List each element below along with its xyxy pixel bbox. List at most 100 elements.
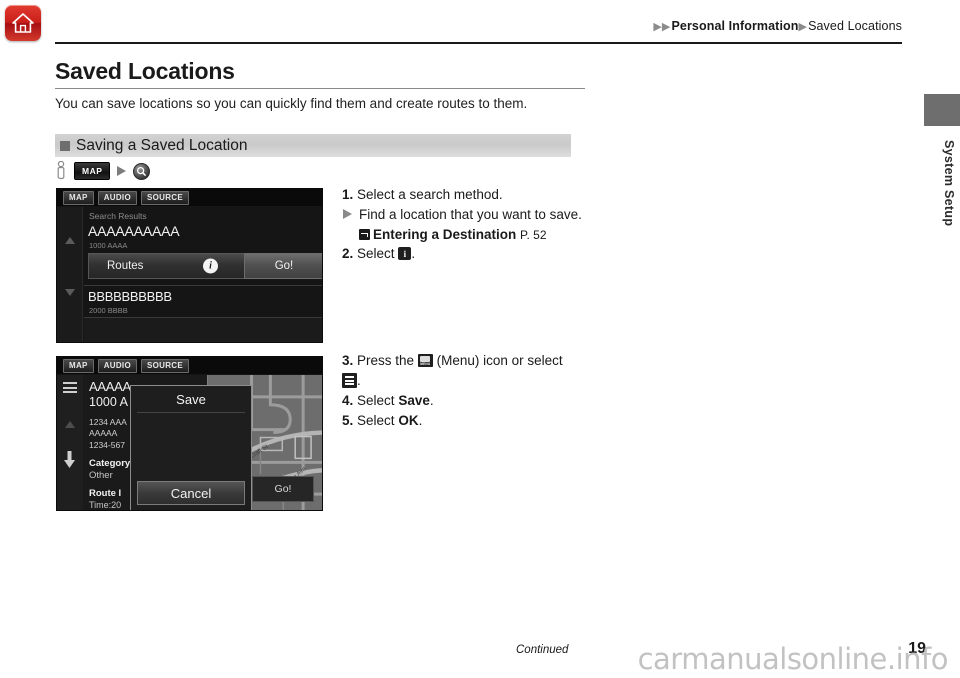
intro-text: You can save locations so you can quickl… bbox=[55, 96, 528, 111]
search-results-scroll-rail[interactable] bbox=[57, 207, 83, 342]
step-1-text: Select a search method. bbox=[357, 187, 503, 202]
map-go-button[interactable]: Go! bbox=[252, 476, 314, 502]
reference-page: P. 52 bbox=[520, 228, 547, 243]
list-divider bbox=[84, 285, 322, 286]
search-circle-icon[interactable] bbox=[133, 162, 151, 180]
search-results-label: Search Results bbox=[89, 211, 147, 221]
step-3-number: 3. bbox=[342, 353, 354, 368]
watermark: carmanualsonline.info bbox=[637, 642, 949, 676]
place-name: AAAAA bbox=[89, 379, 131, 394]
save-dialog-title[interactable]: Save bbox=[131, 392, 251, 407]
map-view[interactable]: Craft St Rose Ave AAAAA 1000 A bbox=[57, 375, 322, 510]
step-4-suffix: . bbox=[429, 393, 434, 409]
step-3: 3. Press the (Menu) icon or select . bbox=[342, 351, 592, 390]
hardware-button-map[interactable]: MAP bbox=[74, 162, 111, 180]
gesture-arrow-icon bbox=[117, 166, 127, 176]
step-4: 4. Select Save. bbox=[342, 391, 592, 410]
section-thumb-tab bbox=[924, 94, 960, 126]
category-value: Other bbox=[89, 470, 113, 481]
breadcrumb-arrow-icon: ▶ bbox=[798, 21, 808, 33]
step-5-suffix: . bbox=[418, 413, 423, 429]
step-2-text: Select bbox=[357, 246, 395, 262]
gesture-path: MAP bbox=[55, 161, 151, 181]
hamburger-icon-inline bbox=[342, 373, 357, 389]
section-bullet-icon bbox=[60, 140, 70, 151]
section-heading: Saving a Saved Location bbox=[76, 136, 248, 154]
breadcrumb-current: Saved Locations bbox=[808, 19, 902, 33]
scroll-up-icon[interactable] bbox=[65, 237, 75, 244]
manual-page: ▶▶Personal Information▶Saved Locations S… bbox=[0, 0, 960, 678]
search-results-body: Search Results AAAAAAAAAA 1000 AAAA Rout… bbox=[57, 207, 322, 342]
step-3-text-b: (Menu) icon or select bbox=[436, 353, 563, 368]
cancel-button[interactable]: Cancel bbox=[137, 481, 245, 505]
route-info-label: Route I bbox=[89, 488, 122, 499]
routes-button-label: Routes bbox=[107, 260, 144, 272]
routes-button[interactable]: Routes i bbox=[88, 253, 244, 279]
nav-tab-map[interactable]: MAP bbox=[63, 190, 94, 205]
hamburger-menu-icon[interactable] bbox=[63, 382, 77, 393]
save-dialog-divider bbox=[137, 412, 245, 413]
step-5-number: 5. bbox=[342, 413, 354, 429]
cancel-button-label: Cancel bbox=[170, 485, 212, 501]
step-1: 1. Select a search method. bbox=[342, 185, 592, 204]
breadcrumb-double-arrow-icon: ▶▶ bbox=[653, 21, 671, 33]
go-button-label: Go! bbox=[274, 260, 294, 272]
nav-tab-audio-2[interactable]: AUDIO bbox=[97, 358, 137, 373]
nav-tab-audio[interactable]: AUDIO bbox=[97, 190, 137, 205]
step-4-text: Select bbox=[357, 393, 395, 409]
substep-arrow-icon bbox=[343, 209, 352, 220]
reference-title: Entering a Destination bbox=[373, 227, 517, 243]
breadcrumb-parent[interactable]: Personal Information bbox=[671, 19, 798, 33]
title-divider bbox=[55, 88, 585, 89]
result-item-1-name[interactable]: AAAAAAAAAA bbox=[88, 223, 180, 239]
screenshot-save-dialog: MAP AUDIO SOURCE Craft St AAAAA 1000 A 1… bbox=[56, 356, 323, 511]
section-vertical-label: System Setup bbox=[942, 140, 956, 227]
step-3-suffix: . bbox=[357, 373, 361, 389]
step-4-number: 4. bbox=[342, 393, 354, 409]
section-header: Saving a Saved Location bbox=[55, 134, 571, 157]
step-4-target: Save bbox=[398, 393, 430, 409]
step-1-substep: Find a location that you want to save. bbox=[342, 205, 592, 224]
save-dialog: Save Cancel bbox=[130, 385, 252, 510]
route-time: Time:20 bbox=[89, 500, 122, 510]
step-1-number: 1. bbox=[342, 187, 354, 202]
home-icon[interactable] bbox=[5, 5, 41, 41]
cross-reference[interactable]: Entering a Destination P. 52 bbox=[342, 225, 592, 244]
step-3-text-a: Press the bbox=[357, 353, 415, 368]
continued-label: Continued bbox=[516, 644, 569, 656]
nav-tab-bar: MAP AUDIO SOURCE bbox=[57, 189, 322, 207]
panel-rail[interactable] bbox=[57, 375, 83, 510]
address-line-3: 1234-567 bbox=[89, 439, 125, 450]
result-item-2-name[interactable]: BBBBBBBBBB bbox=[88, 289, 172, 304]
nav-tab-source-2[interactable]: SOURCE bbox=[140, 358, 189, 373]
hand-press-icon bbox=[57, 161, 65, 180]
category-label: Category bbox=[89, 458, 131, 469]
result-item-1-detail: 1000 AAAA bbox=[89, 241, 128, 250]
step-5: 5. Select OK. bbox=[342, 411, 592, 430]
step-5-target: OK bbox=[398, 413, 419, 429]
place-number: 1000 A bbox=[89, 395, 128, 409]
rail-down-arrow-icon[interactable] bbox=[64, 451, 75, 468]
step-1-substep-text: Find a location that you want to save. bbox=[359, 207, 582, 223]
nav-tab-bar-2: MAP AUDIO SOURCE bbox=[57, 357, 322, 375]
page-title: Saved Locations bbox=[55, 58, 235, 84]
nav-tab-source[interactable]: SOURCE bbox=[140, 190, 189, 205]
instruction-steps-1-2: 1. Select a search method. Find a locati… bbox=[342, 185, 592, 265]
breadcrumb: ▶▶Personal Information▶Saved Locations bbox=[653, 19, 902, 33]
rail-scroll-up-icon[interactable] bbox=[65, 421, 75, 428]
scroll-down-icon[interactable] bbox=[65, 289, 75, 296]
menu-icon-inline bbox=[417, 354, 433, 367]
go-button[interactable]: Go! bbox=[244, 253, 322, 279]
reference-arrow-icon bbox=[359, 229, 370, 241]
address-line-1: 1234 AAA bbox=[89, 417, 127, 427]
info-icon[interactable]: i bbox=[203, 258, 218, 274]
step-2-suffix: . bbox=[411, 246, 416, 262]
instruction-steps-3-5: 3. Press the (Menu) icon or select . 4. … bbox=[342, 351, 592, 432]
result-item-3-empty[interactable] bbox=[84, 318, 322, 342]
address-line-2: AAAAA bbox=[89, 428, 118, 439]
result-item-1-actions: Routes i Go! bbox=[88, 253, 322, 279]
step-2-number: 2. bbox=[342, 246, 354, 262]
result-item-2-detail: 2000 BBBB bbox=[89, 306, 128, 315]
header-divider bbox=[55, 42, 902, 44]
nav-tab-map-2[interactable]: MAP bbox=[63, 358, 94, 373]
